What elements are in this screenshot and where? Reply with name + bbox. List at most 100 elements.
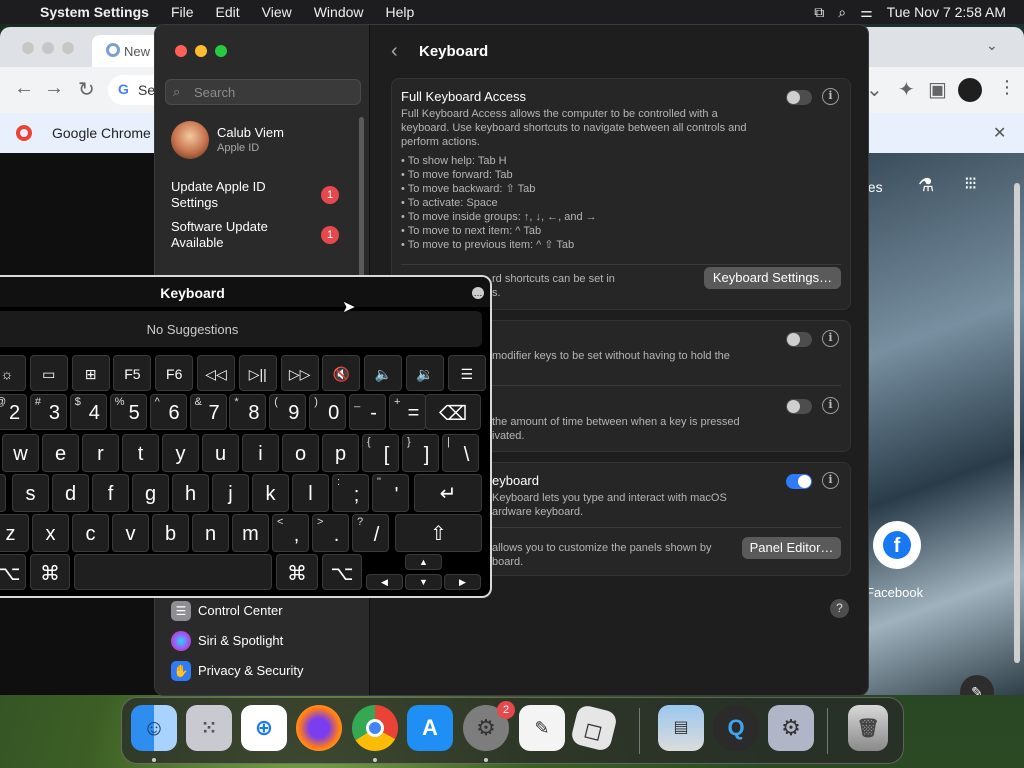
back-icon[interactable]: ←: [14, 77, 34, 100]
command-right-key[interactable]: ⌘: [276, 554, 318, 590]
menu-window[interactable]: Window: [303, 4, 375, 20]
symbol-key[interactable]: <,: [272, 514, 309, 552]
fn-key[interactable]: F5: [113, 355, 152, 391]
back-chevron-icon[interactable]: ‹: [391, 40, 398, 63]
letter-key[interactable]: h: [172, 474, 209, 512]
return-key[interactable]: ↵: [414, 474, 482, 512]
kbd-menu-icon[interactable]: …: [472, 287, 484, 299]
letter-key[interactable]: c: [72, 514, 109, 552]
slow-keys-toggle[interactable]: [786, 399, 812, 414]
arrow-up-key[interactable]: ▲: [405, 554, 442, 570]
number-key[interactable]: ^ 6: [149, 394, 187, 430]
letter-key[interactable]: n: [192, 514, 229, 552]
caps-key[interactable]: [0, 474, 6, 512]
letter-key[interactable]: y: [162, 434, 199, 472]
number-key[interactable]: * 8: [229, 394, 267, 430]
sidepanel-icon[interactable]: ▣: [928, 77, 947, 102]
apps-grid-icon[interactable]: ⁝⁝⁝: [964, 173, 977, 194]
letter-key[interactable]: u: [202, 434, 239, 472]
letter-key[interactable]: r: [82, 434, 119, 472]
notice-update-apple-id[interactable]: Update Apple ID Settings: [171, 179, 266, 211]
fka-toggle[interactable]: [786, 90, 812, 105]
firefox-icon[interactable]: [296, 705, 342, 751]
pin-icon[interactable]: ✦: [898, 77, 915, 102]
search-input[interactable]: Search: [165, 79, 361, 105]
symbol-key[interactable]: | \: [442, 434, 479, 472]
info-icon[interactable]: i: [822, 330, 839, 347]
symbol-key[interactable]: " ': [372, 474, 409, 512]
launchpad-icon[interactable]: ⁙: [186, 705, 232, 751]
letter-key[interactable]: t: [122, 434, 159, 472]
sidebar-scrollbar[interactable]: [359, 117, 364, 277]
safari-icon[interactable]: ⊕: [241, 705, 287, 751]
keyboard-settings-button[interactable]: Keyboard Settings…: [704, 267, 841, 289]
facebook-shortcut[interactable]: f: [873, 521, 921, 569]
close-window-button[interactable]: [175, 45, 187, 57]
sidebar-item-siri-spotlight[interactable]: Siri & Spotlight: [171, 630, 361, 652]
panel-editor-button[interactable]: Panel Editor…: [742, 537, 841, 559]
letter-key[interactable]: l: [292, 474, 329, 512]
letter-key[interactable]: e: [42, 434, 79, 472]
info-icon[interactable]: i: [822, 397, 839, 414]
chrome-app-icon[interactable]: [352, 705, 398, 751]
symbol-key[interactable]: }]: [402, 434, 439, 472]
arrow-left-key[interactable]: ◀: [366, 574, 403, 590]
reload-icon[interactable]: ↻: [78, 77, 95, 102]
control-center-icon[interactable]: ⚌: [860, 4, 873, 21]
minimize-window-button[interactable]: [195, 45, 207, 57]
number-key[interactable]: % 5: [109, 394, 147, 430]
arrow-down-key[interactable]: ▼: [405, 574, 442, 590]
symbol-key[interactable]: >.: [312, 514, 349, 552]
letter-key[interactable]: b: [152, 514, 189, 552]
fn-key[interactable]: 🔈: [364, 355, 403, 391]
textedit-icon[interactable]: ✎: [519, 705, 565, 751]
spotlight-icon[interactable]: ⌕: [838, 4, 846, 21]
option-left-key[interactable]: ⌥: [0, 554, 26, 590]
akv-toggle[interactable]: [786, 474, 812, 489]
fn-key[interactable]: ◁◁: [197, 355, 235, 391]
info-icon[interactable]: i: [822, 472, 839, 489]
finder-icon[interactable]: ☺: [131, 705, 177, 751]
sticky-keys-toggle[interactable]: [786, 332, 812, 347]
letter-key[interactable]: f: [92, 474, 129, 512]
letter-key[interactable]: j: [212, 474, 249, 512]
fn-key[interactable]: ▭: [29, 355, 68, 391]
fn-key[interactable]: ⊞: [71, 355, 110, 391]
number-key[interactable]: + =: [389, 394, 426, 430]
fn-key[interactable]: F6: [155, 355, 194, 391]
letter-key[interactable]: v: [112, 514, 149, 552]
letter-key[interactable]: s: [12, 474, 49, 512]
sidebar-item-control-center[interactable]: ☰ Control Center: [171, 600, 361, 622]
symbol-key[interactable]: {[: [362, 434, 399, 472]
symbol-key[interactable]: :;: [332, 474, 369, 512]
app-menu[interactable]: System Settings: [29, 4, 160, 20]
roblox-icon[interactable]: ◻: [569, 703, 619, 753]
close-icon[interactable]: ✕: [993, 123, 1006, 143]
number-key[interactable]: ) 0: [309, 394, 347, 430]
letter-key[interactable]: w: [2, 434, 39, 472]
letter-key[interactable]: i: [242, 434, 279, 472]
trash-icon[interactable]: 🗑: [848, 705, 888, 751]
menu-dots-icon[interactable]: ⋮: [998, 77, 1016, 98]
letter-key[interactable]: x: [32, 514, 69, 552]
info-icon[interactable]: i: [822, 88, 839, 105]
screen-mirror-icon[interactable]: ⧉: [814, 4, 824, 21]
preview-icon[interactable]: ▤: [658, 705, 704, 751]
zoom-window-button[interactable]: [215, 45, 227, 57]
notice-software-update[interactable]: Software Update Available: [171, 219, 268, 251]
letter-key[interactable]: d: [52, 474, 89, 512]
forward-icon[interactable]: →: [44, 77, 64, 100]
letter-key[interactable]: m: [232, 514, 269, 552]
arrow-right-key[interactable]: ▶: [444, 574, 481, 590]
fn-key[interactable]: ☰: [447, 355, 486, 391]
menu-file[interactable]: File: [160, 4, 205, 20]
letter-key[interactable]: z: [0, 514, 29, 552]
fn-key[interactable]: 🔇: [322, 355, 361, 391]
letter-key[interactable]: k: [252, 474, 289, 512]
number-key[interactable]: #3: [29, 394, 67, 430]
avatar[interactable]: [171, 121, 209, 159]
fn-key[interactable]: ▷▷: [280, 355, 319, 391]
profile-icon[interactable]: [958, 78, 982, 102]
space-key[interactable]: [74, 554, 272, 590]
shift-key[interactable]: ⇧: [395, 514, 482, 552]
